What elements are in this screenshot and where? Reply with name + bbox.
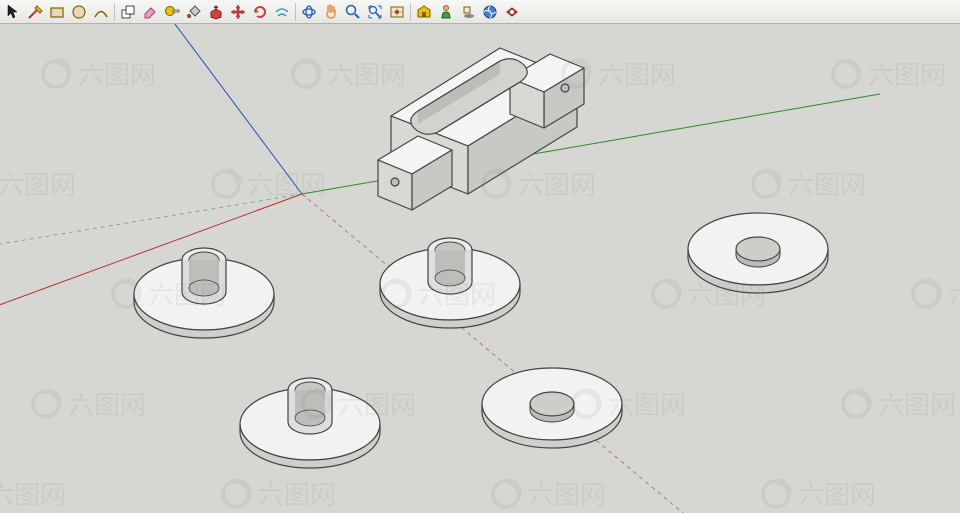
model-washer-2: [688, 213, 828, 293]
line-icon: [27, 4, 43, 20]
push-pull-tool[interactable]: [206, 2, 226, 22]
select-icon: [6, 4, 20, 20]
move-icon: [230, 4, 246, 20]
layers-icon: [482, 4, 498, 20]
move-tool[interactable]: [228, 2, 248, 22]
make-component-tool[interactable]: [118, 2, 138, 22]
model-bracket: [378, 48, 584, 210]
rotate-tool[interactable]: [250, 2, 270, 22]
zoom-extents-icon: [367, 4, 383, 20]
pan-tool[interactable]: [321, 2, 341, 22]
orbit-tool[interactable]: [299, 2, 319, 22]
model-washer-1: [482, 368, 622, 448]
get-models-tool[interactable]: [414, 2, 434, 22]
extension-icon: [504, 4, 520, 20]
offset-icon: [274, 4, 290, 20]
add-location-tool[interactable]: [387, 2, 407, 22]
line-tool[interactable]: [25, 2, 45, 22]
toolbar-separator: [295, 3, 296, 21]
warehouse-icon: [416, 4, 432, 20]
paint-bucket-tool[interactable]: [184, 2, 204, 22]
model-reel-1: [134, 248, 274, 338]
layers-tool[interactable]: [480, 2, 500, 22]
arc-icon: [93, 4, 109, 20]
pushpull-icon: [208, 4, 224, 20]
arc-tool[interactable]: [91, 2, 111, 22]
zoom-extents-tool[interactable]: [365, 2, 385, 22]
zoom-icon: [345, 4, 361, 20]
circle-icon: [71, 4, 87, 20]
orbit-icon: [301, 4, 317, 20]
person-tool[interactable]: [436, 2, 456, 22]
eraser-icon: [142, 4, 158, 20]
circle-tool[interactable]: [69, 2, 89, 22]
shadow-icon: [460, 4, 476, 20]
zoom-tool[interactable]: [343, 2, 363, 22]
rectangle-tool[interactable]: [47, 2, 67, 22]
select-tool[interactable]: [3, 2, 23, 22]
shadow-tool[interactable]: [458, 2, 478, 22]
person-icon: [438, 4, 454, 20]
toolbar-separator: [410, 3, 411, 21]
bucket-icon: [186, 4, 202, 20]
tape-icon: [164, 4, 180, 20]
main-toolbar: [0, 0, 960, 24]
model-reel-2: [240, 378, 380, 468]
rectangle-icon: [49, 4, 65, 20]
offset-tool[interactable]: [272, 2, 292, 22]
eraser-tool[interactable]: [140, 2, 160, 22]
component-icon: [120, 4, 136, 20]
extension-tool[interactable]: [502, 2, 522, 22]
model-reel-3: [380, 238, 520, 328]
rotate-icon: [252, 4, 268, 20]
pan-icon: [323, 4, 339, 20]
viewport-3d[interactable]: 六图网: [0, 24, 960, 513]
tape-measure-tool[interactable]: [162, 2, 182, 22]
toolbar-separator: [114, 3, 115, 21]
location-icon: [389, 4, 405, 20]
